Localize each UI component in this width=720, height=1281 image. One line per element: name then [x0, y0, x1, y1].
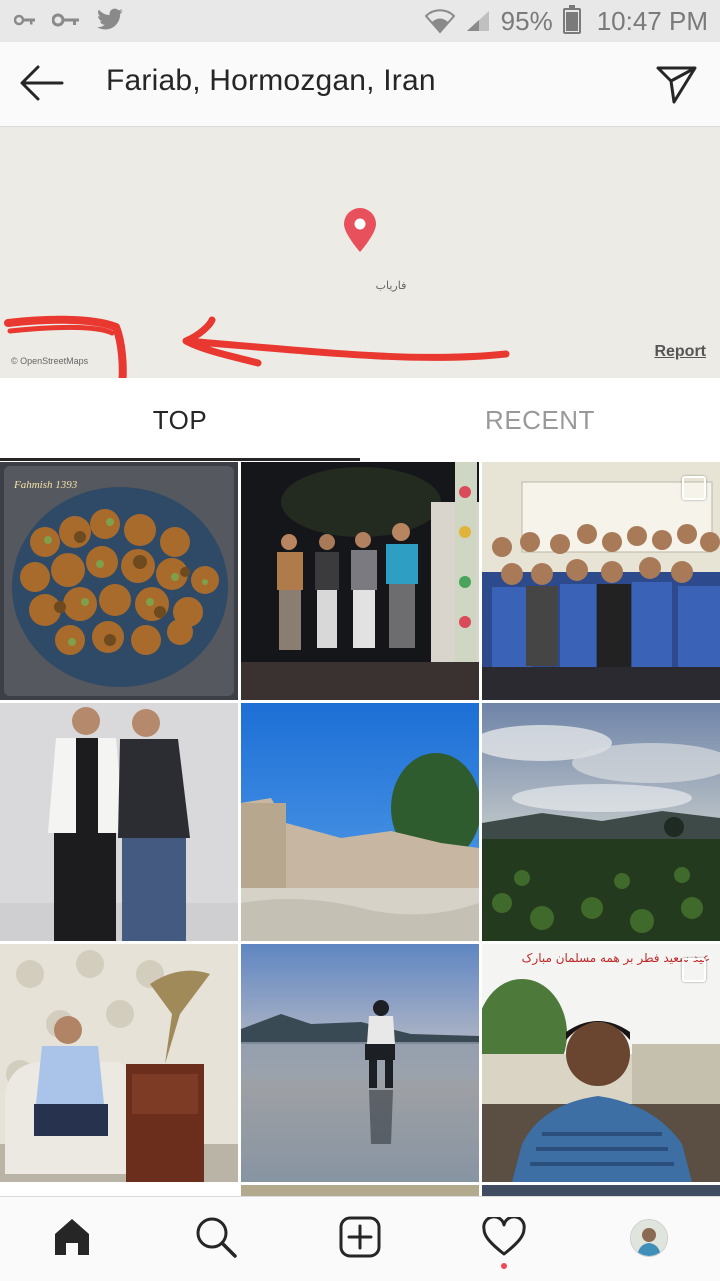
notification-dot — [501, 1263, 507, 1269]
post-thumbnail[interactable] — [482, 462, 720, 700]
battery-percent: 95% — [500, 5, 553, 36]
location-map[interactable]: فاریاب © OpenStreetMaps Report — [0, 127, 720, 378]
nav-home[interactable] — [46, 1211, 98, 1263]
app-header: Fariab, Hormozgan, Iran — [0, 42, 720, 127]
man-with-gramophone-photo — [0, 944, 238, 1182]
multiple-photos-icon — [682, 476, 706, 500]
sunset-field-photo — [482, 703, 720, 941]
twitter-icon — [97, 8, 123, 30]
home-icon — [55, 1219, 89, 1255]
avatar-image — [631, 1220, 667, 1256]
nav-add[interactable] — [334, 1211, 386, 1263]
food-photo: Fahmish 1393 — [0, 462, 238, 700]
multiple-photos-icon — [682, 958, 706, 982]
post-thumbnail[interactable] — [0, 703, 238, 941]
post-thumbnail[interactable] — [0, 944, 238, 1182]
post-thumbnail[interactable] — [482, 703, 720, 941]
group-night-photo — [241, 462, 479, 700]
report-link[interactable]: Report — [654, 343, 706, 361]
ruins-blue-sky-photo — [241, 703, 479, 941]
post-thumbnail[interactable] — [241, 944, 479, 1182]
two-men-photo — [0, 703, 238, 941]
post-grid: Fahmish 1393 عید سعید فطر بر همه مسلمان … — [0, 462, 720, 1200]
map-place-label: فاریاب — [375, 280, 407, 292]
battery-icon — [562, 5, 581, 34]
search-icon — [196, 1217, 237, 1258]
profile-avatar[interactable] — [630, 1219, 668, 1257]
feed-tabs: TOP RECENT — [0, 378, 720, 462]
food-photo-watermark: Fahmish 1393 — [13, 479, 78, 491]
map-pin-icon[interactable] — [342, 207, 378, 253]
post-thumbnail[interactable] — [241, 703, 479, 941]
clock: 10:47 PM — [596, 5, 708, 36]
nav-search[interactable] — [190, 1211, 242, 1263]
heart-icon — [482, 1217, 526, 1256]
paper-plane-icon[interactable] — [652, 60, 700, 106]
arrow-left-icon[interactable] — [18, 62, 64, 104]
tab-top[interactable]: TOP — [0, 378, 360, 462]
man-in-water-photo — [241, 944, 479, 1182]
nav-activity[interactable] — [478, 1211, 530, 1263]
post-thumbnail[interactable]: عید سعید فطر بر همه مسلمان مبارک — [482, 944, 720, 1182]
bottom-navigation — [0, 1196, 720, 1281]
status-bar: 95% 10:47 PM — [0, 0, 720, 42]
key-icon — [52, 13, 79, 27]
tab-recent[interactable]: RECENT — [360, 378, 720, 462]
add-icon — [339, 1216, 381, 1258]
key-icon — [14, 14, 35, 26]
map-attribution[interactable]: © OpenStreetMaps — [11, 356, 88, 366]
page-title: Fariab, Hormozgan, Iran — [106, 64, 436, 97]
post-thumbnail[interactable]: Fahmish 1393 — [0, 462, 238, 700]
wifi-icon — [424, 9, 455, 34]
post-thumbnail[interactable] — [241, 462, 479, 700]
tab-indicator — [0, 458, 360, 461]
signal-icon — [466, 11, 489, 31]
